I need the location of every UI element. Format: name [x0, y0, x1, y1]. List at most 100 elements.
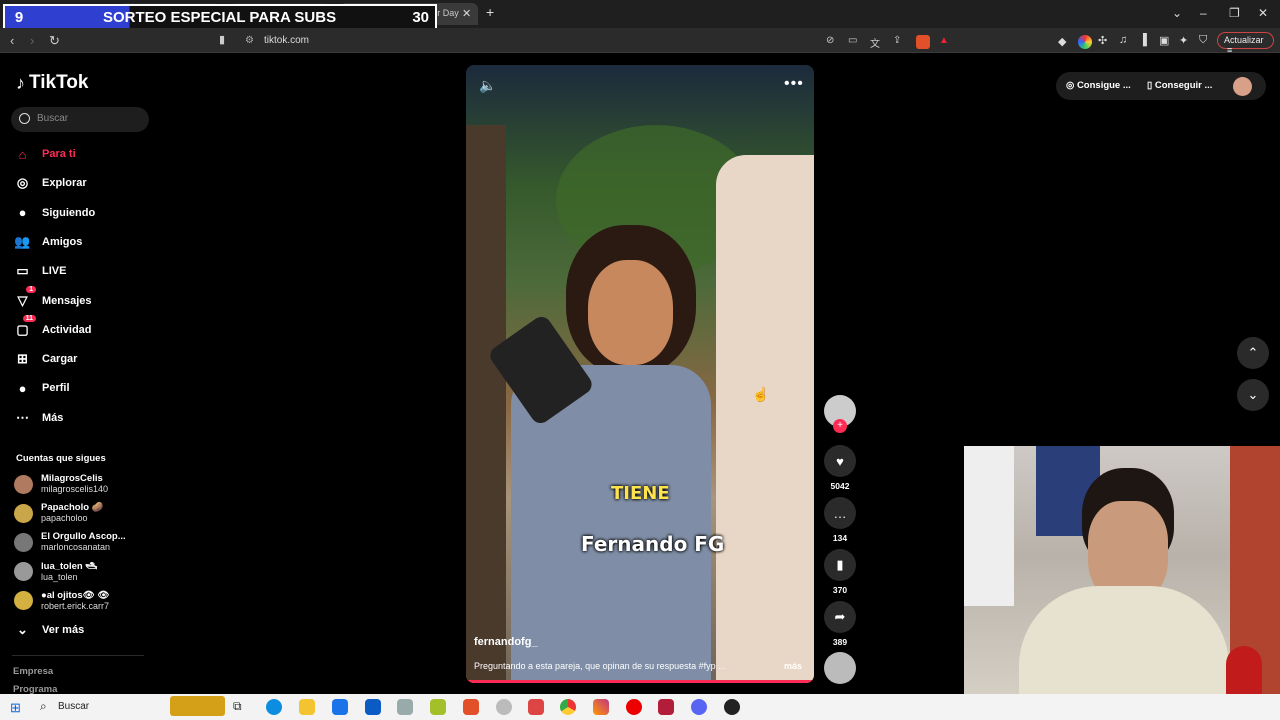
video-caption-word: TIENE — [611, 483, 670, 504]
video-caption-name: Fernando FG — [581, 532, 725, 556]
file-explorer-icon[interactable] — [299, 699, 315, 715]
chevron-up-icon: ⌃ — [1247, 345, 1259, 360]
bookmark-icon: ▮ — [824, 549, 856, 581]
sidebar-item-perfil[interactable]: ● Perfil — [14, 378, 70, 398]
stream-overlay-banner: 9 SORTEO ESPECIAL PARA SUBS 30 — [3, 4, 437, 31]
app-icon[interactable] — [496, 699, 512, 715]
widgets-icon[interactable] — [170, 696, 225, 716]
update-button[interactable]: Actualizar ≡ — [1217, 32, 1274, 55]
sidebar-item-actividad[interactable]: ▢ 11 Actividad — [14, 315, 92, 340]
minimize-icon[interactable]: – — [1200, 6, 1207, 20]
instagram-icon[interactable] — [593, 699, 609, 715]
chrome-icon[interactable] — [560, 699, 576, 715]
youtube-icon[interactable] — [626, 699, 642, 715]
extension-color-icon[interactable] — [1078, 35, 1092, 49]
restore-icon[interactable]: ❐ — [1229, 6, 1240, 20]
sidebar-item-mensajes[interactable]: ▽ 1 Mensajes — [14, 286, 92, 311]
share-icon[interactable]: ⇪ — [893, 35, 907, 49]
more-link[interactable]: más — [784, 661, 802, 671]
leo-ai-icon[interactable]: ✦ — [1179, 34, 1193, 48]
account-name: El Orgullo Ascop... — [41, 531, 126, 543]
edge-icon[interactable] — [266, 699, 282, 715]
divider — [12, 655, 144, 656]
reload-icon[interactable]: ↻ — [49, 33, 60, 49]
sound-disc-button[interactable] — [824, 652, 856, 684]
get-app-button[interactable]: ▯ Conseguir ... — [1147, 80, 1212, 91]
video-author[interactable]: fernandofg_ — [474, 636, 538, 648]
followed-account[interactable]: El Orgullo Ascop... marloncosanatan — [14, 529, 126, 555]
extensions-puzzle-icon[interactable]: ✣ — [1098, 34, 1112, 48]
volume-icon[interactable]: 🔈 — [479, 77, 496, 94]
store-icon[interactable] — [332, 699, 348, 715]
sidebar-item-label: Mensajes — [42, 294, 92, 307]
video-progress-track[interactable] — [466, 680, 814, 683]
sidebar-item-live[interactable]: ▭ LIVE — [14, 261, 66, 281]
windows-start-icon[interactable]: ⊞ — [10, 700, 21, 716]
left-person-shape — [466, 125, 506, 683]
previous-video-button[interactable]: ⌃ — [1237, 337, 1269, 369]
overlay-number: 9 — [5, 6, 33, 29]
forward-icon[interactable]: › — [30, 33, 34, 48]
user-avatar[interactable] — [1233, 77, 1252, 96]
more-options-icon[interactable]: ••• — [784, 75, 804, 93]
followed-account[interactable]: MilagrosCelis milagroscelis140 — [14, 471, 108, 497]
followed-account[interactable]: ●al ojitos👁 👁 robert.erick.carr7 — [14, 588, 109, 614]
overlay-count: 30 — [412, 9, 429, 26]
sidebar-item-más[interactable]: ⋯ Más — [14, 408, 63, 428]
followed-account[interactable]: Papacholo 🥔 papacholoo — [14, 500, 104, 526]
sidebar-item-amigos[interactable]: 👥 Amigos — [14, 232, 82, 252]
sidebar-item-label: Siguiendo — [42, 206, 96, 219]
save-button[interactable]: ▮ 370 — [824, 549, 856, 595]
search-input[interactable]: Buscar — [11, 107, 149, 132]
no-eye-icon[interactable]: ⊘ — [826, 35, 840, 49]
share-button[interactable]: ➦ 389 — [824, 601, 856, 647]
url-text[interactable]: tiktok.com — [264, 35, 309, 46]
brave-shield-icon[interactable] — [916, 35, 930, 49]
brave-icon[interactable] — [463, 699, 479, 715]
video-player[interactable]: 🔈 ••• TIENE Fernando FG fernandofg_ Preg… — [466, 65, 814, 683]
cast-icon[interactable]: ▭ — [848, 35, 862, 49]
close-tab-icon[interactable]: ✕ — [462, 7, 471, 20]
notification-badge: 11 — [22, 315, 36, 323]
vpn-shield-icon[interactable]: ⛉ — [1199, 34, 1213, 48]
app-icon[interactable] — [397, 699, 413, 715]
tiktok-logo[interactable]: ♪ TikTok — [16, 72, 88, 94]
taskbar-search[interactable]: ⌕ Buscar — [32, 698, 162, 716]
close-window-icon[interactable]: ✕ — [1258, 6, 1268, 20]
bookmark-icon[interactable]: ▮ — [219, 33, 225, 46]
sidebar-item-cargar[interactable]: ⊞ Cargar — [14, 349, 77, 369]
discord-icon[interactable] — [691, 699, 707, 715]
followed-account[interactable]: lua_tolen 🛥 lua_tolen — [14, 559, 97, 585]
back-icon[interactable]: ‹ — [10, 33, 14, 48]
next-video-button[interactable]: ⌄ — [1237, 379, 1269, 411]
like-button[interactable]: ♥ 5042 — [824, 445, 856, 491]
logo-text: TikTok — [29, 72, 89, 93]
music-icon[interactable]: ♫ — [1119, 34, 1133, 48]
sidebar-toggle-icon[interactable]: ▐ — [1139, 34, 1153, 48]
messages-icon: ▽ 1 — [14, 286, 36, 309]
footer-link[interactable]: Empresa — [13, 666, 53, 677]
avatar — [14, 532, 33, 552]
extension-diamond-icon[interactable]: ◆ — [1058, 35, 1072, 49]
new-tab-button[interactable]: + — [486, 4, 494, 20]
sidebar-item-para-ti[interactable]: ⌂ Para ti — [14, 144, 76, 164]
app-icon[interactable] — [430, 699, 446, 715]
app-icon[interactable] — [528, 699, 544, 715]
app-icon[interactable] — [724, 699, 740, 715]
creator-avatar-button[interactable]: + — [824, 395, 856, 433]
get-coins-button[interactable]: ◎ Consigue ... — [1066, 80, 1131, 91]
comment-button[interactable]: … 134 — [824, 497, 856, 543]
sidebar-item-siguiendo[interactable]: ● Siguiendo — [14, 203, 96, 223]
brave-rewards-icon[interactable]: ▲ — [939, 35, 953, 49]
app-icon[interactable] — [658, 699, 674, 715]
follow-plus-icon[interactable]: + — [833, 419, 847, 433]
task-view-icon[interactable]: ⧉ — [233, 699, 249, 715]
mail-icon[interactable] — [365, 699, 381, 715]
tab-search-icon[interactable]: ⌄ — [1172, 6, 1182, 20]
see-more-button[interactable]: ⌄ Ver más — [14, 620, 84, 640]
wallet-icon[interactable]: ▣ — [1159, 34, 1173, 48]
activity-icon: ▢ 11 — [14, 315, 36, 338]
translate-icon[interactable]: 文 — [870, 35, 884, 50]
sidebar-item-explorar[interactable]: ◎ Explorar — [14, 173, 87, 193]
site-info-icon[interactable]: ⚙ — [245, 35, 254, 46]
